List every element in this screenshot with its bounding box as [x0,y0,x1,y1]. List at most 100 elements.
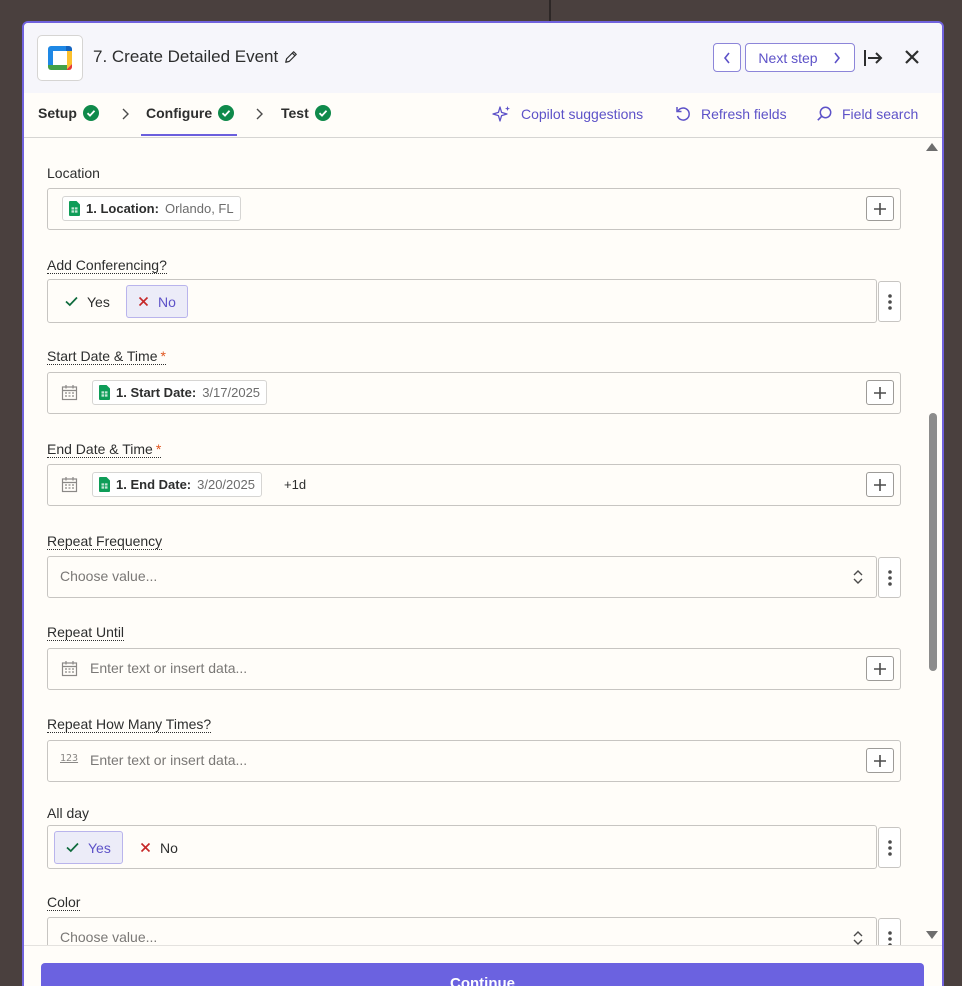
plus-icon [874,754,886,767]
chevron-right-icon [833,52,840,63]
field-label-repeat-times: Repeat How Many Times? [47,716,212,733]
scroll-down-arrow[interactable] [926,931,938,939]
background-divider [549,0,551,22]
google-calendar-app-icon [37,35,83,81]
all-day-toggle-group: Yes No [47,825,877,869]
success-check-icon [218,105,235,121]
all-day-no-option[interactable]: No [129,831,189,864]
insert-data-button[interactable] [866,748,894,773]
step-editor-panel: 7. Create Detailed Event Next step Setup [22,21,944,986]
tab-setup[interactable]: Setup [38,105,99,121]
field-options-button[interactable] [878,557,901,598]
input-placeholder: Enter text or insert data... [90,660,248,676]
select-placeholder: Choose value... [60,929,158,945]
mapped-data-pill[interactable]: 1. Start Date: 3/17/2025 [92,380,268,405]
check-icon [66,842,79,853]
all-day-no-label: No [160,839,178,856]
pencil-icon[interactable] [284,50,298,64]
success-check-icon [314,105,331,121]
field-label-start-date: Start Date & Time * [47,348,166,365]
google-sheets-icon [99,385,110,400]
end-date-input[interactable]: 1. End Date: 3/20/2025 +1d [47,464,901,506]
all-day-yes-option[interactable]: Yes [54,831,123,864]
scroll-up-arrow[interactable] [926,143,938,151]
field-label-color: Color [47,894,81,911]
form-content: Location 1. Location: Orlando, FL Add Co… [24,139,942,945]
conferencing-yes-option[interactable]: Yes [54,285,121,318]
chevron-up-down-icon [853,931,863,945]
field-options-button[interactable] [878,281,901,322]
end-date-label-text: End Date & Time [47,441,153,457]
google-sheets-icon [69,201,80,216]
x-icon [138,296,149,307]
mapped-data-pill[interactable]: 1. End Date: 3/20/2025 [92,472,262,497]
refresh-fields-button[interactable]: Refresh fields [674,105,787,123]
chevron-left-icon [723,52,730,63]
field-label-location: Location [47,165,100,181]
field-label-repeat-frequency: Repeat Frequency [47,533,163,550]
chevron-right-icon [122,108,129,120]
repeat-until-input[interactable]: Enter text or insert data... [47,648,901,690]
mapped-data-pill[interactable]: 1. Location: Orlando, FL [62,196,241,221]
success-check-icon [82,105,99,121]
conferencing-no-option[interactable]: No [126,285,188,318]
tab-test[interactable]: Test [281,105,331,121]
plus-icon [874,662,886,675]
sparkle-icon [492,106,510,122]
tab-configure-label: Configure [146,105,213,121]
copilot-suggestions-label: Copilot suggestions [521,106,644,122]
next-step-label: Next step [758,49,818,66]
insert-data-button[interactable] [866,656,894,681]
field-label-all-day: All day [47,805,90,821]
start-date-input[interactable]: 1. Start Date: 3/17/2025 [47,372,901,414]
check-icon [65,296,78,307]
field-label-add-conferencing: Add Conferencing? [47,257,167,274]
collapse-panel-icon[interactable] [862,47,884,69]
plus-icon [874,202,886,215]
field-search-button[interactable]: Field search [816,105,918,122]
step-title-text: 7. Create Detailed Event [93,47,279,66]
refresh-icon [676,107,690,121]
insert-data-button[interactable] [866,472,894,497]
field-label-repeat-until: Repeat Until [47,624,125,641]
continue-button[interactable]: Continue [41,963,924,986]
pill-value: 3/20/2025 [197,477,255,492]
repeat-frequency-select[interactable]: Choose value... [47,556,877,598]
x-icon [140,842,151,853]
editor-header: 7. Create Detailed Event Next step [24,23,942,93]
more-vertical-icon [887,293,892,310]
pill-key: 1. Start Date: [116,385,197,400]
plus-icon [874,478,886,491]
required-marker: * [155,441,162,457]
calendar-icon [61,661,78,677]
number-icon: 123 [60,753,79,764]
close-icon[interactable] [902,47,922,67]
start-date-label-text: Start Date & Time [47,348,158,364]
color-select[interactable]: Choose value... [47,917,877,945]
copilot-suggestions-button[interactable]: Copilot suggestions [492,105,643,123]
input-placeholder: Enter text or insert data... [90,752,248,768]
previous-step-button[interactable] [713,43,741,72]
repeat-times-input[interactable]: 123 Enter text or insert data... [47,740,901,782]
tab-configure[interactable]: Configure [140,105,238,136]
end-date-suffix-text: +1d [284,477,307,492]
pill-key: 1. Location: [86,201,159,216]
calendar-icon [61,385,78,401]
insert-data-button[interactable] [866,196,894,221]
search-icon [817,106,832,121]
field-options-button[interactable] [878,918,901,945]
select-placeholder: Choose value... [60,568,158,584]
location-input[interactable]: 1. Location: Orlando, FL [47,188,901,230]
field-search-label: Field search [842,105,919,122]
all-day-yes-label: Yes [88,839,111,856]
chevron-right-icon [256,108,263,120]
step-tabs: Setup Configure Test Copilot suggestions [24,93,942,138]
step-title[interactable]: 7. Create Detailed Event [93,47,298,67]
field-options-button[interactable] [878,827,901,868]
calendar-icon [61,477,78,493]
scrollbar-thumb[interactable] [929,413,937,671]
more-vertical-icon [887,569,892,586]
insert-data-button[interactable] [866,380,894,405]
next-step-button[interactable]: Next step [745,43,855,72]
pill-value: 3/17/2025 [202,385,261,400]
